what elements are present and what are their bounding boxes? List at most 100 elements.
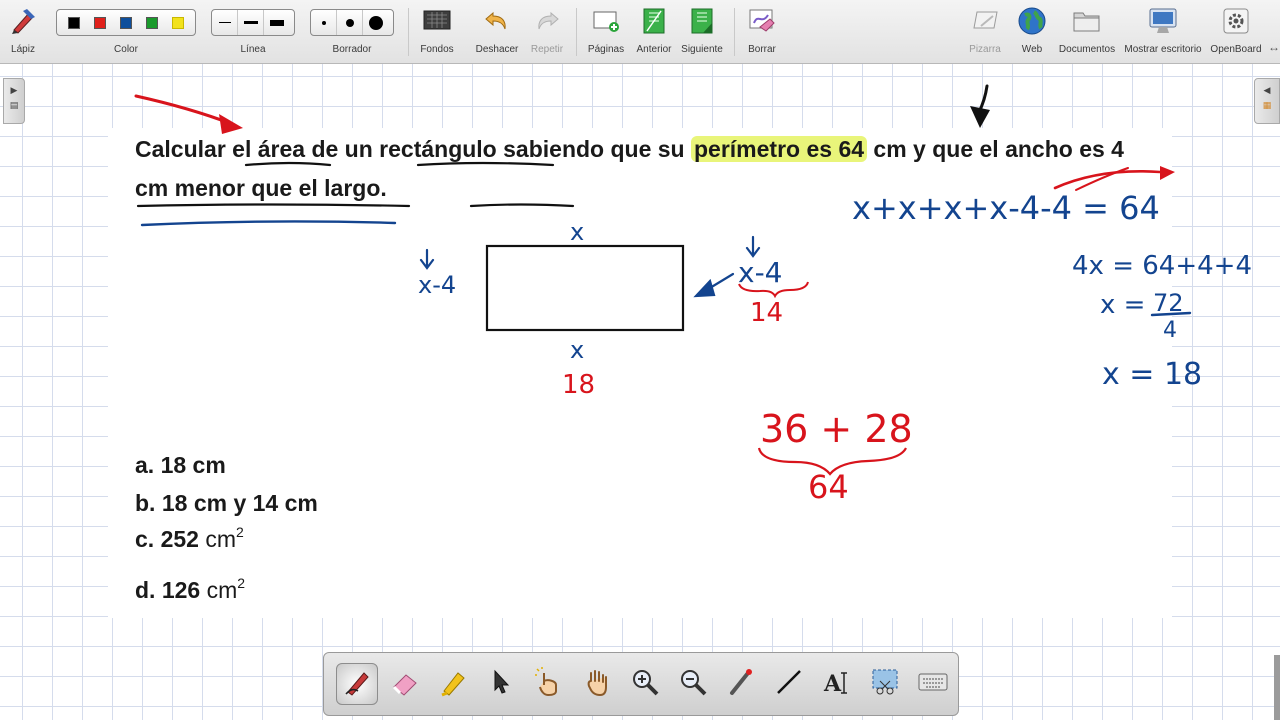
show-desktop-button[interactable]: Mostrar escritorio (1124, 0, 1202, 64)
line-icon (774, 667, 804, 702)
color-palette (56, 9, 196, 36)
library-icon: ▦ (1262, 100, 1272, 110)
answer-value: 18 cm y 14 cm (161, 490, 318, 516)
answer-letter: d. (135, 577, 156, 603)
pen-label: Lápiz (11, 44, 35, 55)
hand-tool-button[interactable] (576, 663, 618, 705)
black-arrow-annotation (970, 84, 990, 128)
highlighter-tool-button[interactable] (432, 663, 474, 705)
line-thick-button[interactable] (264, 10, 290, 35)
eraser-tool-button[interactable] (384, 663, 426, 705)
answer-option-a: a. 18 cm (135, 452, 226, 479)
answer-letter: c. (135, 526, 155, 552)
pages-button[interactable]: Páginas (583, 0, 629, 64)
zoom-in-icon (630, 667, 660, 702)
pen-icon (8, 6, 38, 36)
redo-label: Repetir (530, 44, 564, 55)
cursor-icon (489, 668, 513, 701)
line-medium-button[interactable] (238, 10, 264, 35)
board-mode-button[interactable]: Pizarra (962, 0, 1008, 64)
eraser-label: Borrador (332, 44, 372, 55)
color-label: Color (114, 44, 138, 55)
eraser-large-button[interactable] (363, 10, 389, 35)
answer-exponent: 2 (236, 524, 244, 540)
board-label: Pizarra (969, 44, 1001, 55)
answer-unit: cm (205, 526, 237, 552)
color-group: Color (56, 0, 196, 64)
answer-letter: b. (135, 490, 156, 516)
zoom-in-button[interactable] (624, 663, 666, 705)
answer-exponent: 2 (237, 575, 246, 591)
previous-page-icon (639, 6, 669, 36)
answer-unit: cm (206, 577, 238, 603)
svg-text:A: A (823, 671, 842, 697)
undo-label: Deshacer (475, 44, 519, 55)
eraser-size-group: Borrador (310, 0, 394, 64)
clear-page-button[interactable]: Borrar (739, 0, 785, 64)
question-highlight: perímetro es 64 (691, 136, 868, 162)
capture-tool-button[interactable] (864, 663, 906, 705)
left-palette-tab[interactable]: ▶ ▤ (3, 78, 25, 124)
eraser-small-button[interactable] (311, 10, 337, 35)
toolbar-separator (734, 8, 735, 56)
undo-button[interactable]: Deshacer (474, 0, 520, 64)
next-page-icon (687, 6, 717, 36)
laser-pointer-button[interactable] (720, 663, 762, 705)
globe-icon (1017, 6, 1047, 36)
line-thin-button[interactable] (212, 10, 238, 35)
virtual-keyboard-button[interactable] (912, 663, 954, 705)
eraser-icon (390, 667, 420, 702)
zoom-out-icon (678, 667, 708, 702)
tools-dock: A (323, 652, 959, 716)
next-page-button[interactable]: Siguiente (679, 0, 725, 64)
add-page-icon (591, 6, 621, 36)
eraser-medium-button[interactable] (337, 10, 363, 35)
pen-tool-dock-button[interactable] (336, 663, 378, 705)
backgrounds-icon (422, 6, 452, 36)
redo-icon (532, 6, 562, 36)
eraser-size-palette (310, 9, 394, 36)
selector-tool-button[interactable] (480, 663, 522, 705)
answer-option-b: b. 18 cm y 14 cm (135, 490, 318, 517)
line-width-group: Línea (211, 0, 295, 64)
line-width-palette (211, 9, 295, 36)
answer-value: 126 (161, 577, 201, 603)
capture-icon (870, 667, 900, 702)
laser-pointer-icon (726, 667, 756, 702)
collapse-arrow-icon: ◀ (1263, 85, 1271, 95)
color-swatch-yellow[interactable] (172, 16, 184, 29)
right-scrollbar[interactable] (1274, 655, 1280, 720)
highlighter-icon (438, 667, 468, 702)
interact-tool-button[interactable] (528, 663, 570, 705)
pages-label: Páginas (587, 44, 625, 55)
backgrounds-button[interactable]: Fondos (414, 0, 460, 64)
web-button[interactable]: Web (1009, 0, 1055, 64)
openboard-label: OpenBoard (1210, 44, 1262, 55)
previous-page-button[interactable]: Anterior (631, 0, 677, 64)
color-swatch-blue[interactable] (120, 16, 132, 29)
expand-arrow-icon: ▶ (10, 85, 18, 95)
clear-page-icon (747, 6, 777, 36)
grip-icon: ▤ (9, 100, 19, 110)
line-tool-button[interactable] (768, 663, 810, 705)
text-tool-button[interactable]: A (816, 663, 858, 705)
color-swatch-red[interactable] (94, 16, 106, 29)
line-label: Línea (240, 44, 266, 55)
redo-button[interactable]: Repetir (524, 0, 570, 64)
documents-button[interactable]: Documentos (1059, 0, 1115, 64)
pen-tool-button[interactable]: Lápiz (0, 0, 46, 64)
show-desktop-label: Mostrar escritorio (1124, 44, 1202, 55)
toolbar-overflow-icon[interactable]: ↔ (1268, 40, 1280, 54)
board-icon (970, 6, 1000, 36)
answer-option-c: c. 252 cm2 (135, 524, 244, 553)
zoom-out-button[interactable] (672, 663, 714, 705)
main-toolbar: Lápiz Color Línea Borrador Fondos Deshac… (0, 0, 1280, 64)
color-swatch-green[interactable] (146, 16, 158, 29)
color-swatch-black[interactable] (68, 16, 80, 29)
monitor-icon (1148, 6, 1178, 36)
openboard-menu-button[interactable]: OpenBoard (1210, 0, 1262, 64)
right-palette-tab[interactable]: ◀ ▦ (1254, 78, 1280, 124)
keyboard-icon (917, 670, 949, 699)
next-label: Siguiente (681, 44, 723, 55)
pen-icon (342, 667, 372, 702)
